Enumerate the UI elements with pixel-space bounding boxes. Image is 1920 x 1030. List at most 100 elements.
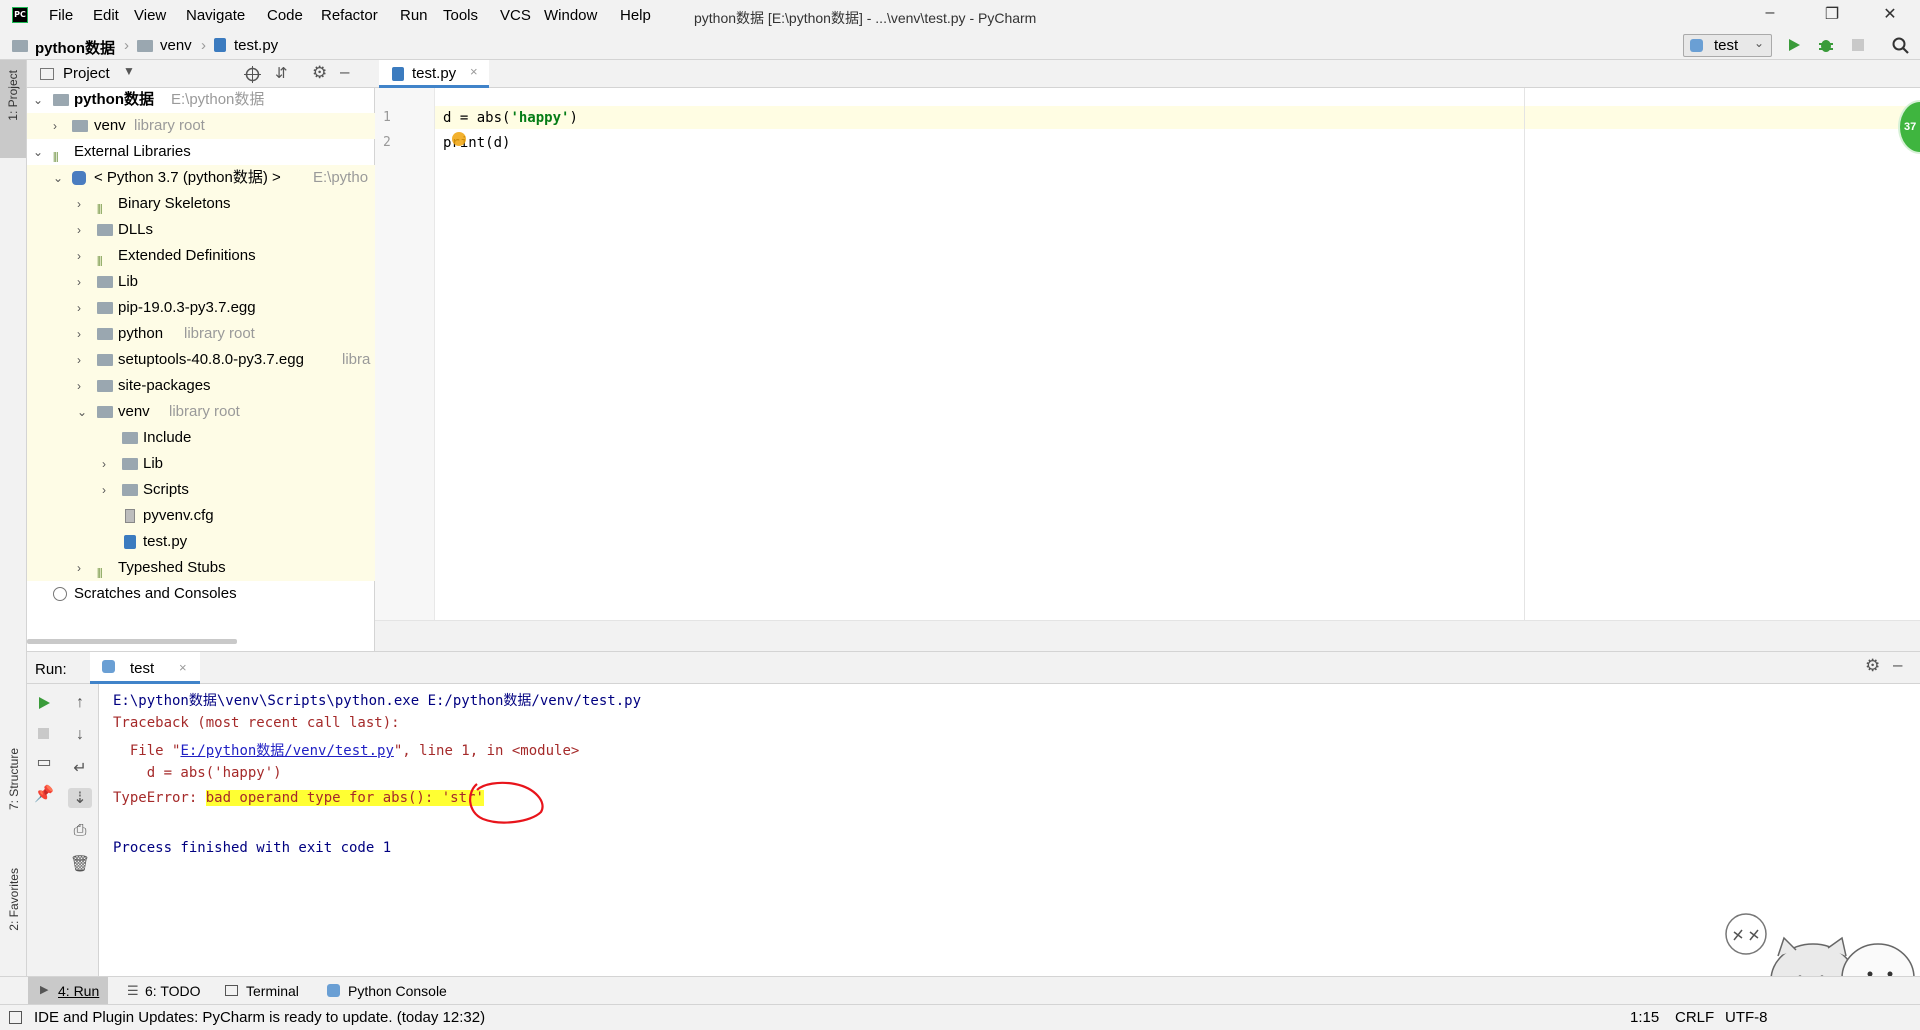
menu-help[interactable]: Help <box>620 7 651 24</box>
project-panel-header: Project ▼ ⇵ ⚙ – <box>27 60 375 88</box>
chevron-down-icon[interactable]: ▼ <box>123 64 135 78</box>
run-console[interactable]: E:\python数据\venv\Scripts\python.exe E:/p… <box>99 684 1920 998</box>
tree-item-hint: library root <box>169 403 240 420</box>
collapse-all-icon[interactable]: ⇵ <box>275 64 288 82</box>
arrow-up-icon[interactable]: ↑ <box>68 694 92 712</box>
breadcrumb-file[interactable]: test.py <box>234 37 278 54</box>
horizontal-scrollbar[interactable] <box>27 639 237 644</box>
tree-item-project-root[interactable]: ⌄ python数据 E:\python数据 <box>27 87 375 113</box>
stop-icon[interactable] <box>38 728 49 739</box>
arrow-down-icon[interactable]: ↓ <box>68 726 92 744</box>
project-tool-tab[interactable]: 1: Project <box>0 60 26 158</box>
tool-tab-terminal[interactable]: Terminal <box>246 983 299 999</box>
menu-window[interactable]: Window <box>544 7 597 24</box>
editor-bottom-area <box>375 620 1920 651</box>
project-panel-title[interactable]: Project <box>63 65 110 82</box>
tree-item-external-libraries[interactable]: ⌄ ⫴ External Libraries <box>27 139 375 165</box>
code-token: ) <box>569 110 578 126</box>
menu-vcs[interactable]: VCS <box>500 7 531 24</box>
tree-item-label: pyvenv.cfg <box>143 507 214 524</box>
caret-position[interactable]: 1:15 <box>1630 1009 1659 1026</box>
close-tab-icon[interactable]: × <box>470 64 478 79</box>
run-configuration-select[interactable]: test ⌄ <box>1683 34 1772 57</box>
intention-bulb-icon[interactable] <box>452 132 466 146</box>
trash-icon[interactable]: 🗑 <box>68 854 92 874</box>
breadcrumb-project[interactable]: python数据 <box>35 37 115 58</box>
editor-tab-label: test.py <box>412 65 457 82</box>
tool-windows-icon[interactable] <box>9 1011 22 1024</box>
pin-icon[interactable]: 📌 <box>32 784 56 804</box>
soft-wrap-icon[interactable]: ↵ <box>68 758 92 778</box>
tree-item-venv-lib[interactable]: ⌄ venv library root <box>27 399 375 425</box>
tool-tab-run[interactable]: ▶ 4: Run <box>28 977 108 1004</box>
tree-item-binary-skeletons[interactable]: › ⫴ Binary Skeletons <box>27 191 375 217</box>
tree-item-pyvenv-cfg[interactable]: pyvenv.cfg <box>27 503 375 529</box>
tree-item-scratches[interactable]: Scratches and Consoles <box>27 581 375 607</box>
menu-code[interactable]: Code <box>267 7 303 24</box>
status-message[interactable]: IDE and Plugin Updates: PyCharm is ready… <box>34 1009 485 1026</box>
console-code-line: d = abs('happy') <box>113 765 282 781</box>
tree-item-label: test.py <box>143 533 188 550</box>
tree-item-venv-lib-folder[interactable]: › Lib <box>27 451 375 477</box>
file-encoding[interactable]: UTF-8 <box>1725 1009 1768 1026</box>
restore-button[interactable]: ❐ <box>1822 4 1842 24</box>
run-icon[interactable] <box>1787 38 1801 52</box>
menu-file[interactable]: File <box>49 7 73 24</box>
tree-item-site-packages[interactable]: › site-packages <box>27 373 375 399</box>
hide-icon[interactable]: – <box>340 62 349 82</box>
tree-item-python[interactable]: › python library root <box>27 321 375 347</box>
tree-item-typeshed-stubs[interactable]: › ⫴ Typeshed Stubs <box>27 555 375 581</box>
window-title: python数据 [E:\python数据] - ...\venv\test.p… <box>694 10 1037 26</box>
menu-tools[interactable]: Tools <box>443 7 478 24</box>
code-editor[interactable]: d = abs('happy') print(d) <box>435 88 1920 620</box>
menu-navigate[interactable]: Navigate <box>186 7 245 24</box>
locate-icon[interactable] <box>244 66 261 83</box>
tree-item-include[interactable]: Include <box>27 425 375 451</box>
tree-item-scripts[interactable]: › Scripts <box>27 477 375 503</box>
line-separator[interactable]: CRLF <box>1675 1009 1714 1026</box>
tree-item-pip-egg[interactable]: › pip-19.0.3-py3.7.egg <box>27 295 375 321</box>
tree-item-label: setuptools-40.8.0-py3.7.egg <box>118 351 304 368</box>
breadcrumb-venv[interactable]: venv <box>160 37 192 54</box>
pycharm-logo-icon: PC <box>12 7 28 23</box>
rerun-icon[interactable] <box>37 696 51 710</box>
tree-item-dlls[interactable]: › DLLs <box>27 217 375 243</box>
menu-refactor[interactable]: Refactor <box>321 7 378 24</box>
favorites-tab-label[interactable]: 2: Favorites <box>7 868 21 931</box>
tree-item-setuptools-egg[interactable]: › setuptools-40.8.0-py3.7.egg libra <box>27 347 375 373</box>
console-file-link[interactable]: E:/python数据/venv/test.py <box>180 743 393 759</box>
gear-icon[interactable]: ⚙ <box>1865 656 1880 676</box>
gear-icon[interactable]: ⚙ <box>312 63 327 83</box>
menu-view[interactable]: View <box>134 7 166 24</box>
tree-item-label: Lib <box>118 273 139 290</box>
debug-icon[interactable] <box>1818 36 1834 54</box>
run-panel-header: Run: test × ⚙ – <box>27 651 1920 684</box>
menu-run[interactable]: Run <box>400 7 428 24</box>
code-token: abs( <box>476 110 511 126</box>
scroll-to-end-icon[interactable]: ⇣ <box>68 788 92 808</box>
tree-item-label: pip-19.0.3-py3.7.egg <box>118 299 256 316</box>
tree-item-extended-definitions[interactable]: › ⫴ Extended Definitions <box>27 243 375 269</box>
tool-tab-run-label: 4: Run <box>58 983 100 999</box>
tree-item-label: Typeshed Stubs <box>118 559 226 576</box>
menu-edit[interactable]: Edit <box>93 7 119 24</box>
tool-tab-todo[interactable]: 6: TODO <box>145 983 201 999</box>
tree-item-venv[interactable]: › venv library root <box>27 113 375 139</box>
minimize-button[interactable]: – <box>1760 4 1780 24</box>
structure-tab-label[interactable]: 7: Structure <box>7 748 21 810</box>
tree-item-test-py[interactable]: test.py <box>27 529 375 555</box>
stop-icon[interactable] <box>1852 39 1864 51</box>
tree-item-python-sdk[interactable]: ⌄ < Python 3.7 (python数据) > E:\pytho <box>27 165 375 191</box>
close-tab-icon[interactable]: × <box>179 660 187 675</box>
editor-tab-test-py[interactable]: test.py × <box>379 60 489 88</box>
layout-icon[interactable]: ▭ <box>32 752 56 772</box>
search-icon[interactable] <box>1892 37 1909 54</box>
close-button[interactable]: ✕ <box>1880 4 1900 24</box>
tree-item-lib[interactable]: › Lib <box>27 269 375 295</box>
hide-icon[interactable]: – <box>1893 655 1902 675</box>
run-tab-test[interactable]: test × <box>90 652 200 684</box>
tool-tab-python-console[interactable]: Python Console <box>348 983 447 999</box>
print-icon[interactable]: ⎙ <box>68 822 92 840</box>
run-toolbar-primary: ▭ 📌 <box>27 684 63 998</box>
python-file-icon <box>392 67 404 81</box>
